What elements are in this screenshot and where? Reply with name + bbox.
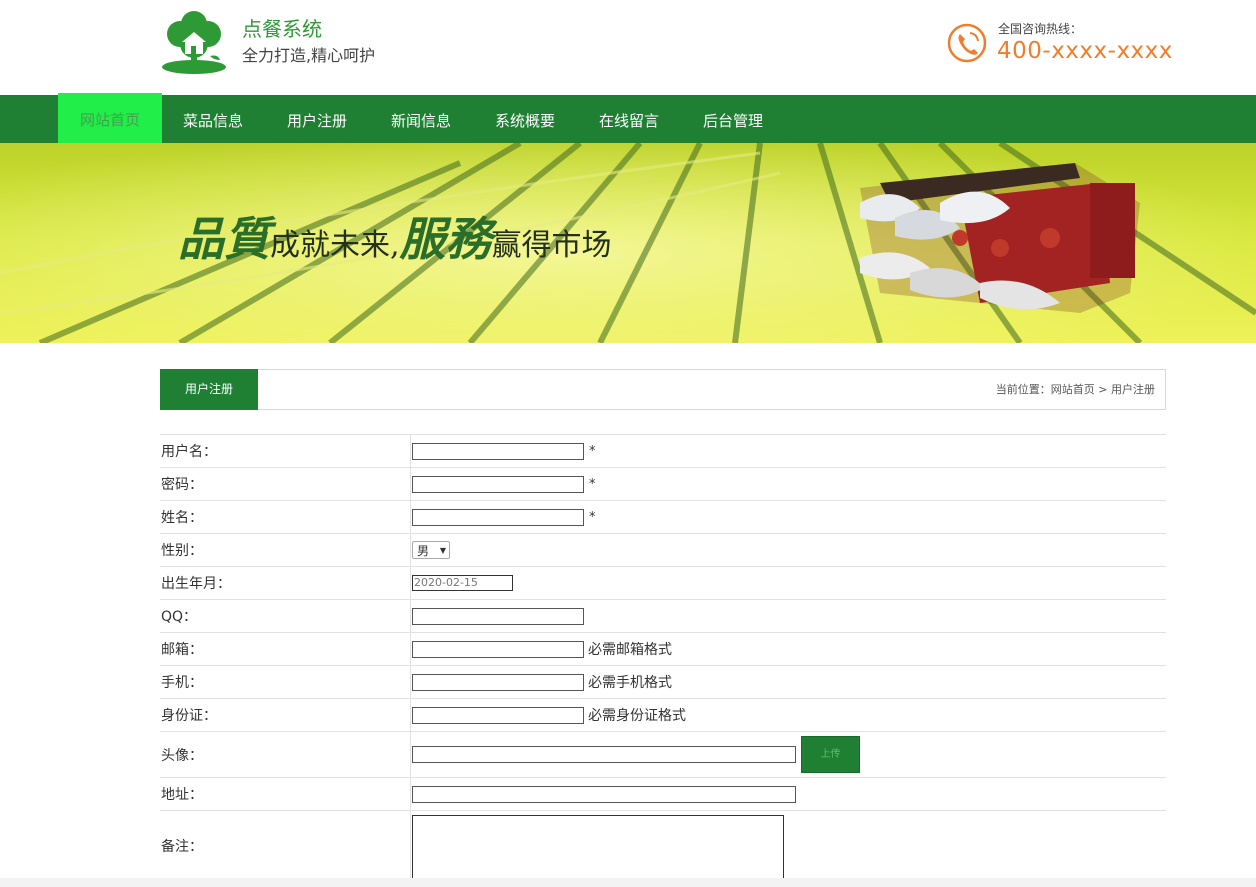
site-header: 点餐系统 全力打造,精心呵护 全国咨询热线： 400-xxxx-xxxx [0,0,1256,95]
nav-item-admin[interactable]: 后台管理 [688,95,778,143]
page-bottom-strip [0,878,1256,887]
avatar-path-input[interactable] [412,746,796,763]
form-row-birth: 出生年月： 2020-02-15 [160,567,1166,600]
birth-label: 出生年月： [160,567,411,599]
idcard-label: 身份证： [160,699,411,731]
nav-item-register[interactable]: 用户注册 [272,95,362,143]
main-nav: 网站首页 菜品信息 用户注册 新闻信息 系统概要 在线留言 后台管理 [0,93,1256,145]
form-row-avatar: 头像： 上传 [160,732,1166,778]
phone-label: 手机： [160,666,411,698]
breadcrumb-current: 用户注册 [1111,383,1155,396]
form-row-phone: 手机： 必需手机格式 [160,666,1166,699]
form-row-qq: QQ： [160,600,1166,633]
hotline-number: 400-xxxx-xxxx [997,38,1173,64]
qq-label: QQ： [160,600,411,632]
name-label: 姓名： [160,501,411,533]
gender-select[interactable]: 男 ▼ [412,541,450,559]
form-row-email: 邮箱： 必需邮箱格式 [160,633,1166,666]
form-row-username: 用户名： * [160,435,1166,468]
upload-button[interactable]: 上传 [801,736,860,773]
registration-form: 用户名： * 密码： * 姓名： * 性别： 男 ▼ 出生年月： 2020-02 [160,434,1166,881]
section-header: 用户注册 当前位置：网站首页 > 用户注册 [160,369,1166,410]
breadcrumb-prefix: 当前位置： [995,383,1051,396]
gender-label: 性别： [160,534,411,566]
form-row-password: 密码： * [160,468,1166,501]
breadcrumb-home-link[interactable]: 网站首页 [1051,383,1095,396]
email-label: 邮箱： [160,633,411,665]
required-mark: * [589,509,596,525]
phone-input[interactable] [412,673,584,691]
address-label: 地址： [160,778,411,810]
hotline-label: 全国咨询热线： [998,22,1083,36]
form-row-address: 地址： [160,778,1166,811]
required-mark: * [589,443,596,459]
banner-word-service: 服務 [399,212,492,266]
nav-item-messages[interactable]: 在线留言 [584,95,674,143]
qq-input[interactable] [412,607,584,625]
avatar-label: 头像： [160,732,411,777]
section-tab-register[interactable]: 用户注册 [160,369,258,410]
form-row-name: 姓名： * [160,501,1166,534]
name-input[interactable] [412,508,584,526]
email-input[interactable] [412,640,584,658]
username-label: 用户名： [160,435,411,467]
idcard-input[interactable] [412,706,584,724]
banner-text-future: 成就未来, [270,228,400,263]
banner-word-quality: 品質 [178,212,270,266]
remark-textarea[interactable] [412,815,784,879]
form-row-gender: 性别： 男 ▼ [160,534,1166,567]
password-input[interactable] [412,475,584,493]
remark-label: 备注： [160,811,411,881]
email-hint: 必需邮箱格式 [588,642,672,658]
site-title: 点餐系统 [242,17,322,41]
username-input[interactable] [412,442,584,460]
form-row-remark: 备注： [160,811,1166,881]
dropdown-arrow-icon: ▼ [439,545,446,555]
nav-item-dishes[interactable]: 菜品信息 [168,95,258,143]
banner-slogan: 品質成就未来,服務赢得市场 [178,203,612,269]
gender-selected-value: 男 [417,543,430,558]
site-slogan: 全力打造,精心呵护 [242,46,376,65]
nav-item-home[interactable]: 网站首页 [58,93,162,145]
password-label: 密码： [160,468,411,500]
plough-machine-image [860,163,1140,313]
banner-text-market: 赢得市场 [491,228,612,263]
form-row-idcard: 身份证： 必需身份证格式 [160,699,1166,732]
idcard-hint: 必需身份证格式 [588,708,686,724]
birth-date-input[interactable]: 2020-02-15 [412,575,513,591]
hero-banner: 品質成就未来,服務赢得市场 [0,143,1256,343]
breadcrumb-separator: > [1094,383,1111,396]
phone-hint: 必需手机格式 [588,675,672,691]
house-tree-logo-icon[interactable] [158,10,230,76]
nav-item-news[interactable]: 新闻信息 [376,95,466,143]
address-input[interactable] [412,785,796,803]
phone-icon [947,23,987,63]
nav-item-overview[interactable]: 系统概要 [480,95,570,143]
breadcrumb: 当前位置：网站首页 > 用户注册 [996,370,1155,409]
required-mark: * [589,476,596,492]
